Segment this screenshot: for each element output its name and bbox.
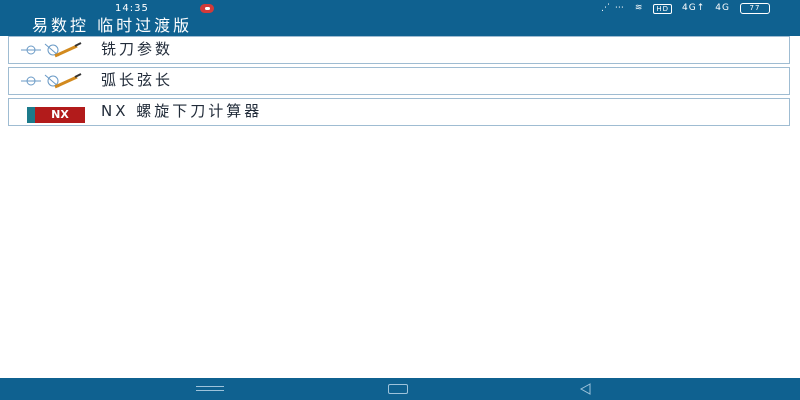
signal-dots-icon: ⋰ ⋯ xyxy=(600,3,625,13)
status-time: 14:35 xyxy=(115,3,149,14)
list-item-label: 弧长弦长 xyxy=(101,71,174,89)
page-title: 易数控 临时过渡版 xyxy=(32,16,193,35)
list-item-nx-helix-calculator[interactable]: NX NX 螺旋下刀计算器 xyxy=(8,98,790,126)
battery-icon: 77 xyxy=(740,3,770,14)
status-bar: 14:35 ⋰ ⋯ ≋ HD 4G↑ 4G 77 xyxy=(0,0,800,17)
list-item-label: NX 螺旋下刀计算器 xyxy=(101,102,263,120)
recording-icon xyxy=(200,4,214,13)
list-item-label: 铣刀参数 xyxy=(101,40,174,58)
navigation-bar xyxy=(0,378,800,400)
hd-badge: HD xyxy=(653,3,673,14)
back-icon[interactable] xyxy=(578,383,594,395)
list-item-tool-parameters[interactable]: 铣刀参数 xyxy=(8,36,790,64)
app-header: 14:35 ⋰ ⋯ ≋ HD 4G↑ 4G 77 易数控 临时过渡版 xyxy=(0,0,800,36)
menu-icon[interactable] xyxy=(196,383,224,395)
arc-chord-icon xyxy=(21,73,82,89)
cell-signal-1-icon: 4G↑ xyxy=(682,3,706,13)
status-indicators: ⋰ ⋯ ≋ HD 4G↑ 4G 77 xyxy=(601,3,770,14)
tool-parameter-icon xyxy=(21,42,82,58)
cell-signal-2-icon: 4G xyxy=(715,3,730,13)
menu-list: 铣刀参数 弧长弦长 NX NX 螺旋下刀计算器 xyxy=(8,36,790,129)
wifi-icon: ≋ xyxy=(634,3,644,13)
nx-badge-icon: NX xyxy=(27,107,85,123)
list-item-arc-chord[interactable]: 弧长弦长 xyxy=(8,67,790,95)
home-icon[interactable] xyxy=(388,383,408,395)
